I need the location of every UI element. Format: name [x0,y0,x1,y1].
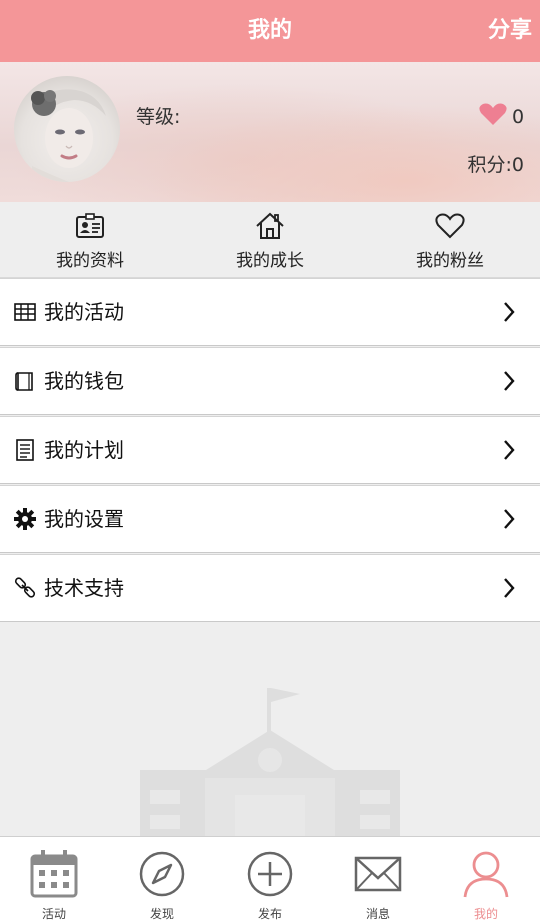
menu-item-support[interactable]: 技术支持 [0,554,540,622]
heart-outline-icon [435,213,465,239]
chevron-right-icon [504,509,515,529]
tab-mine[interactable]: 我的 [432,837,540,920]
points-label: 积分:0 [467,154,525,176]
compass-icon [139,851,185,897]
quick-link-label: 我的成长 [236,251,304,271]
chevron-right-icon [504,440,515,460]
top-bar: 我的 分享 [0,0,540,62]
quick-link-label: 我的粉丝 [416,251,484,271]
chevron-right-icon [504,302,515,322]
menu-item-label: 我的钱包 [44,369,124,393]
gear-icon [14,508,36,530]
user-icon [463,851,509,898]
quick-link-profile[interactable]: 我的资料 [0,202,180,278]
bottom-tab-bar: 活动 发现 发布 消息 我的 [0,836,540,920]
tab-label: 消息 [365,907,390,920]
heart-icon[interactable] [478,102,508,126]
page-title: 我的 [247,18,292,43]
menu-item-label: 我的计划 [44,438,124,462]
menu-item-plan[interactable]: 我的计划 [0,416,540,484]
mail-icon [354,856,402,892]
likes-count: 0 [512,106,525,128]
calendar-icon [30,850,78,898]
table-icon [14,303,36,321]
avatar-image [31,89,106,182]
level-label: 等级: [136,106,181,128]
menu-item-activities[interactable]: 我的活动 [0,278,540,346]
wallet-icon [15,372,33,391]
school-watermark-icon [140,688,400,840]
avatar[interactable] [14,76,120,182]
tab-discover[interactable]: 发现 [108,837,216,920]
menu-item-label: 我的活动 [44,300,124,324]
id-card-icon [76,213,104,238]
tab-publish[interactable]: 发布 [216,837,324,920]
document-icon [16,439,34,461]
chevron-right-icon [504,578,515,598]
quick-link-label: 我的资料 [56,251,124,271]
quick-link-fans[interactable]: 我的粉丝 [360,202,540,278]
tab-label: 我的 [473,907,498,920]
tab-activities[interactable]: 活动 [0,837,108,920]
menu-item-wallet[interactable]: 我的钱包 [0,347,540,415]
share-button[interactable]: 分享 [488,0,532,62]
plus-circle-icon [247,851,293,897]
quick-links: 我的资料 我的成长 我的粉丝 [0,202,540,278]
tab-messages[interactable]: 消息 [324,837,432,920]
profile-banner: 等级: 0 积分:0 [0,62,540,202]
menu-item-settings[interactable]: 我的设置 [0,485,540,553]
home-icon [256,212,284,239]
menu-item-label: 技术支持 [44,576,124,600]
menu-item-label: 我的设置 [44,507,124,531]
quick-link-growth[interactable]: 我的成长 [180,202,360,278]
link-icon [14,577,36,598]
tab-label: 发布 [257,907,282,920]
tab-label: 活动 [41,907,66,920]
chevron-right-icon [504,371,515,391]
tab-label: 发现 [149,907,174,920]
